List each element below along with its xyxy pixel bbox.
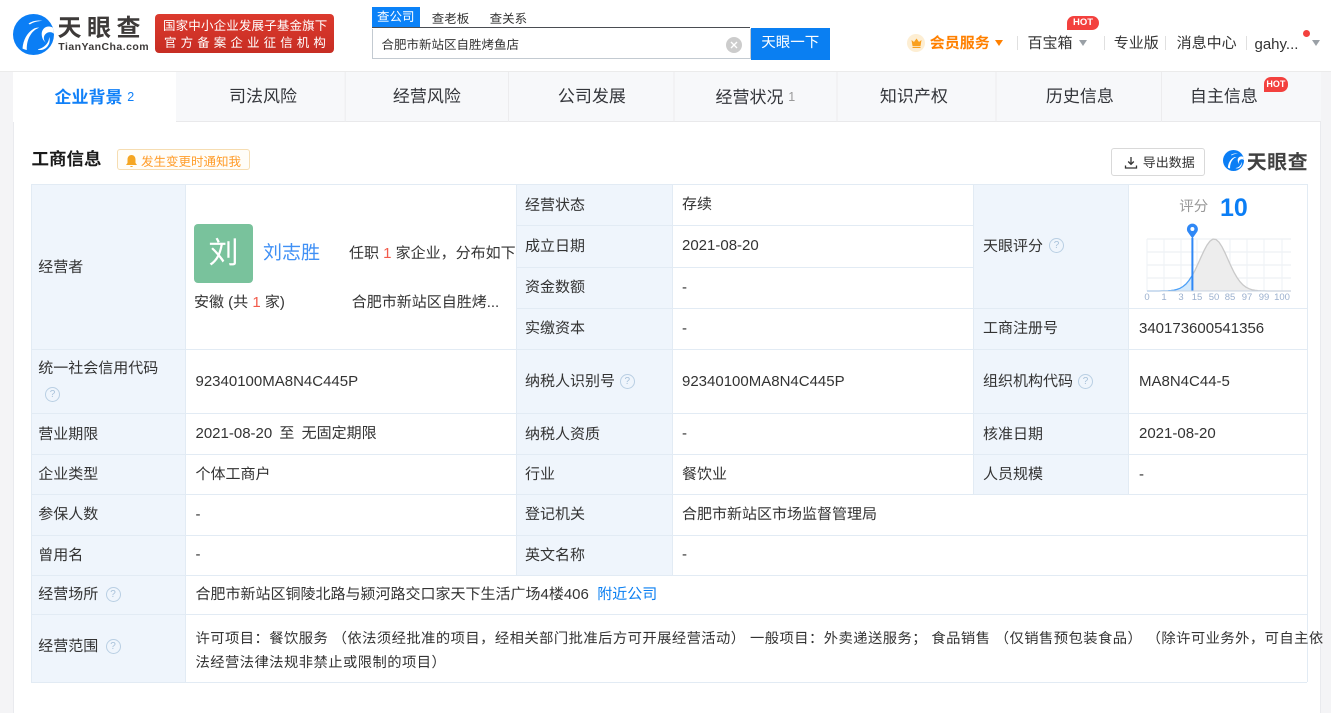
svg-text:3: 3 (1178, 292, 1183, 303)
svg-text:100: 100 (1274, 292, 1290, 303)
svg-text:97: 97 (1242, 292, 1253, 303)
svg-text:1: 1 (1161, 292, 1166, 303)
svg-text:50: 50 (1209, 292, 1220, 303)
svg-text:85: 85 (1225, 292, 1236, 303)
svg-text:99: 99 (1259, 292, 1270, 303)
svg-text:15: 15 (1192, 292, 1203, 303)
svg-text:0: 0 (1144, 292, 1149, 303)
